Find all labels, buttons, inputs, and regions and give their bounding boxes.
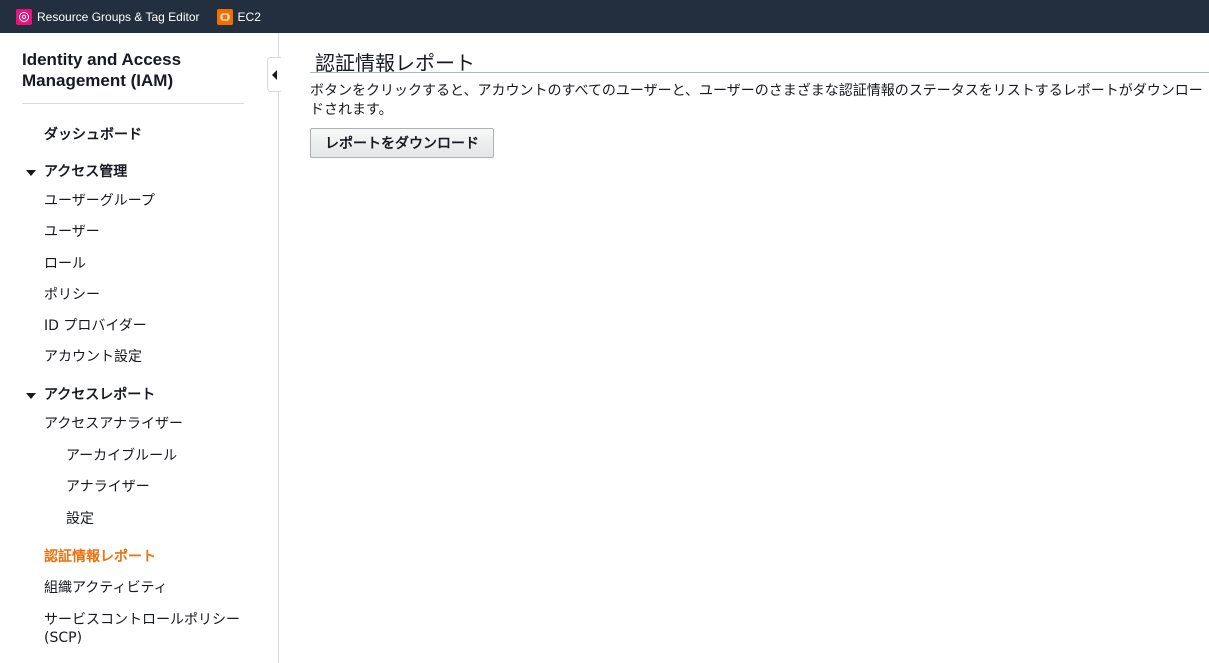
sidebar-item-user-groups[interactable]: ユーザーグループ [44, 192, 155, 210]
sidebar-item-roles[interactable]: ロール [44, 255, 86, 273]
sidebar-item-analyzer-settings[interactable]: 設定 [66, 510, 94, 528]
sidebar-item-analyzers[interactable]: アナライザー [66, 478, 150, 496]
resource-groups-icon [16, 8, 32, 25]
section-label: アクセスレポート [44, 387, 156, 403]
sidebar-item-organization-activity[interactable]: 組織アクティビティ [44, 579, 168, 597]
sidebar-item-scp[interactable]: サービスコントロールポリシー (SCP) [44, 611, 264, 647]
sidebar-item-credential-report[interactable]: 認証情報レポート [44, 548, 156, 566]
page-description: ボタンをクリックすると、アカウントのすべてのユーザーと、ユーザーのさまざまな認証… [310, 83, 1203, 118]
title-divider [310, 72, 1209, 73]
favorite-label: Resource Groups & Tag Editor [37, 9, 200, 24]
sidebar-section-access-reports[interactable]: アクセスレポート [26, 386, 155, 404]
caret-left-icon [272, 69, 277, 80]
sidebar-section-access-management[interactable]: アクセス管理 [26, 163, 127, 181]
favorite-ec2[interactable]: EC2 [216, 8, 261, 25]
sidebar-collapse-button[interactable] [267, 57, 281, 92]
section-label: アクセス管理 [44, 164, 128, 180]
sidebar-divider [22, 103, 244, 104]
top-navigation-bar: Resource Groups & Tag Editor EC2 [0, 0, 1209, 33]
sidebar-item-dashboard[interactable]: ダッシュボード [44, 126, 142, 144]
ec2-icon [216, 8, 233, 25]
favorite-resource-groups[interactable]: Resource Groups & Tag Editor [16, 8, 200, 25]
sidebar-item-identity-providers[interactable]: ID プロバイダー [44, 317, 147, 335]
sidebar-item-archive-rules[interactable]: アーカイブルール [66, 447, 177, 465]
sidebar-title: Identity and Access Management (IAM) [22, 50, 182, 90]
sidebar-item-account-settings[interactable]: アカウント設定 [44, 348, 142, 366]
sidebar-item-access-analyzer[interactable]: アクセスアナライザー [44, 415, 183, 433]
caret-down-icon [26, 393, 36, 399]
sidebar: Identity and Access Management (IAM) ダッシ… [0, 33, 279, 663]
sidebar-item-policies[interactable]: ポリシー [44, 286, 100, 304]
favorite-label: EC2 [237, 9, 261, 24]
caret-down-icon [26, 170, 36, 176]
download-report-button[interactable]: レポートをダウンロード [310, 128, 494, 158]
sidebar-item-users[interactable]: ユーザー [44, 223, 100, 241]
